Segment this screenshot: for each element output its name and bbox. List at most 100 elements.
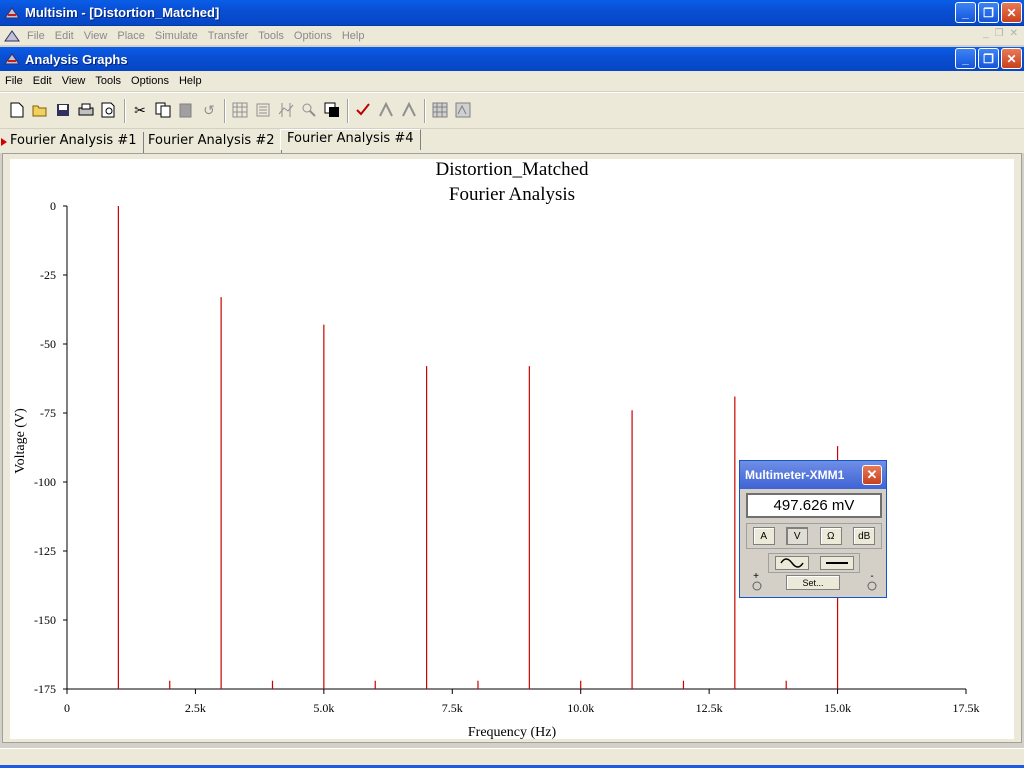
x-tick-label: 5.0k — [313, 701, 334, 715]
multimeter-title: Multimeter-XMM1 — [745, 468, 845, 482]
print-button[interactable] — [75, 99, 97, 121]
x-tick-label: 2.5k — [185, 701, 206, 715]
y-tick-label: -25 — [40, 268, 56, 282]
restore-button[interactable]: ❐ — [978, 2, 999, 23]
y-tick-label: 0 — [50, 199, 56, 213]
x-axis-label: Frequency (Hz) — [468, 725, 557, 739]
multimeter-window[interactable]: Multimeter-XMM1 ✕ 497.626 mV A V Ω dB + … — [739, 460, 887, 598]
x-tick-label: 7.5k — [442, 701, 463, 715]
positive-terminal-icon[interactable] — [752, 581, 762, 591]
close-button[interactable]: ✕ — [1001, 2, 1022, 23]
overlay-traces-icon — [356, 103, 370, 116]
multimeter-close-button[interactable]: ✕ — [862, 465, 882, 485]
graph-toolbar: ✂ ↺ — [0, 92, 1024, 128]
mdi-close-icon[interactable]: ✕ — [1010, 28, 1018, 39]
ammeter-button[interactable]: A — [752, 527, 775, 545]
menu-file[interactable]: File — [22, 30, 50, 42]
menu-simulate[interactable]: Simulate — [150, 30, 203, 42]
negative-terminal-icon[interactable] — [867, 581, 877, 591]
graph-area[interactable]: Distortion_Matched Fourier Analysis 0 -25… — [10, 159, 1014, 740]
ohmmeter-button[interactable]: Ω — [819, 527, 842, 545]
close-icon: ✕ — [1006, 5, 1017, 20]
decibel-button[interactable]: dB — [853, 527, 876, 545]
open-button[interactable] — [29, 99, 51, 121]
print-preview-button[interactable] — [98, 99, 120, 121]
legend-button[interactable] — [252, 99, 274, 121]
ac-mode-button[interactable] — [774, 556, 809, 570]
legend-icon — [256, 103, 270, 117]
undo-button[interactable]: ↺ — [198, 99, 220, 121]
y-axis-label: Voltage (V) — [13, 408, 28, 474]
menu-view[interactable]: View — [79, 30, 113, 42]
graph-restore-button[interactable]: ❐ — [978, 48, 999, 69]
cursors-button[interactable] — [275, 99, 297, 121]
multimeter-settings-button[interactable]: Set... — [786, 575, 840, 590]
graph-close-button[interactable]: ✕ — [1001, 48, 1022, 69]
graph-menu-help[interactable]: Help — [174, 75, 207, 87]
x-tick-label: 17.5k — [953, 701, 980, 715]
grid-icon — [232, 102, 248, 118]
menu-transfer[interactable]: Transfer — [203, 30, 254, 42]
tab-fourier-analysis-2[interactable]: Fourier Analysis #2 — [142, 132, 282, 153]
menu-edit[interactable]: Edit — [50, 30, 79, 42]
fourier-chart: Distortion_Matched Fourier Analysis 0 -25… — [13, 159, 980, 740]
overlay-traces-button[interactable] — [352, 99, 374, 121]
close-icon: ✕ — [866, 467, 878, 482]
graph-window-icon — [4, 53, 20, 65]
y-tick-label: -50 — [40, 337, 56, 351]
export-excel-icon — [432, 102, 448, 118]
tab-fourier-analysis-4[interactable]: Fourier Analysis #4 — [280, 129, 421, 150]
minimize-icon: _ — [962, 51, 969, 66]
save-icon — [57, 104, 69, 116]
print-icon — [78, 103, 94, 116]
graph-menu-edit[interactable]: Edit — [28, 75, 57, 87]
cut-button[interactable]: ✂ — [129, 99, 151, 121]
new-icon — [10, 102, 24, 118]
graph-menu-options[interactable]: Options — [126, 75, 174, 87]
graph-menu-view[interactable]: View — [57, 75, 91, 87]
y-tick-label: -125 — [34, 544, 56, 558]
y-tick-label: -75 — [40, 406, 56, 420]
restore-icon: ❐ — [983, 51, 994, 66]
print-preview-icon — [101, 102, 115, 118]
graph-menu-tools[interactable]: Tools — [90, 75, 126, 87]
minimize-button[interactable]: _ — [955, 2, 976, 23]
mdi-restore-icon[interactable]: ❐ — [995, 28, 1004, 39]
tab-fourier-analysis-1[interactable]: Fourier Analysis #1 — [4, 132, 144, 153]
graph-minimize-button[interactable]: _ — [955, 48, 976, 69]
y-tick-label: -175 — [34, 682, 56, 696]
copy-button[interactable] — [152, 99, 174, 121]
voltmeter-button[interactable]: V — [786, 527, 809, 545]
mdi-minimize-icon[interactable]: _ — [983, 28, 989, 39]
zoom-button[interactable] — [298, 99, 320, 121]
mdi-system-icon[interactable] — [4, 29, 20, 43]
cursors-icon — [278, 103, 294, 117]
save-button[interactable] — [52, 99, 74, 121]
add-trace-button[interactable] — [375, 99, 397, 121]
graph-window-title: Analysis Graphs — [25, 51, 128, 67]
multimeter-title-bar[interactable]: Multimeter-XMM1 ✕ — [740, 461, 886, 489]
reverse-colors-icon — [324, 102, 339, 117]
export-excel-button[interactable] — [429, 99, 451, 121]
reverse-colors-button[interactable] — [321, 99, 343, 121]
undo-icon: ↺ — [203, 101, 215, 118]
menu-help[interactable]: Help — [337, 30, 370, 42]
x-tick-label: 12.5k — [696, 701, 723, 715]
export-mathcad-button[interactable] — [452, 99, 474, 121]
app-menu-bar: File Edit View Place Simulate Transfer T… — [0, 26, 1024, 45]
open-icon — [32, 105, 47, 117]
paste-button[interactable] — [175, 99, 197, 121]
menu-place[interactable]: Place — [112, 30, 150, 42]
grid-button[interactable] — [229, 99, 251, 121]
menu-tools[interactable]: Tools — [253, 30, 289, 42]
new-button[interactable] — [6, 99, 28, 121]
menu-options[interactable]: Options — [289, 30, 337, 42]
remove-trace-icon — [402, 102, 416, 117]
remove-trace-button[interactable] — [398, 99, 420, 121]
dc-line-icon — [825, 562, 848, 564]
app-title: Multisim - [Distortion_Matched] — [25, 5, 220, 20]
dc-mode-button[interactable] — [819, 556, 854, 570]
graph-menu-file[interactable]: File — [0, 75, 28, 87]
paste-icon — [179, 103, 192, 118]
graph-menu-bar: File Edit View Tools Options Help — [0, 71, 1024, 91]
